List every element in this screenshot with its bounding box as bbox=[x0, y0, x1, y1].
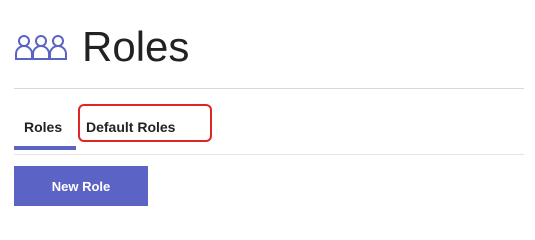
tab-roles[interactable]: Roles bbox=[14, 108, 86, 150]
tabs-divider bbox=[14, 154, 524, 155]
new-role-button[interactable]: New Role bbox=[14, 166, 148, 206]
title-divider bbox=[14, 88, 524, 89]
tab-default-roles[interactable]: Default Roles bbox=[84, 108, 175, 146]
tab-roles-label: Roles bbox=[24, 119, 63, 135]
active-tab-indicator bbox=[14, 146, 76, 150]
page-header: Roles bbox=[14, 22, 189, 72]
tab-bar: Roles Default Roles bbox=[14, 104, 524, 150]
users-icon bbox=[14, 33, 68, 61]
roles-page: Roles Roles Default Roles New Role bbox=[0, 0, 535, 210]
tab-default-roles-label: Default Roles bbox=[86, 119, 176, 135]
page-title: Roles bbox=[82, 23, 190, 70]
